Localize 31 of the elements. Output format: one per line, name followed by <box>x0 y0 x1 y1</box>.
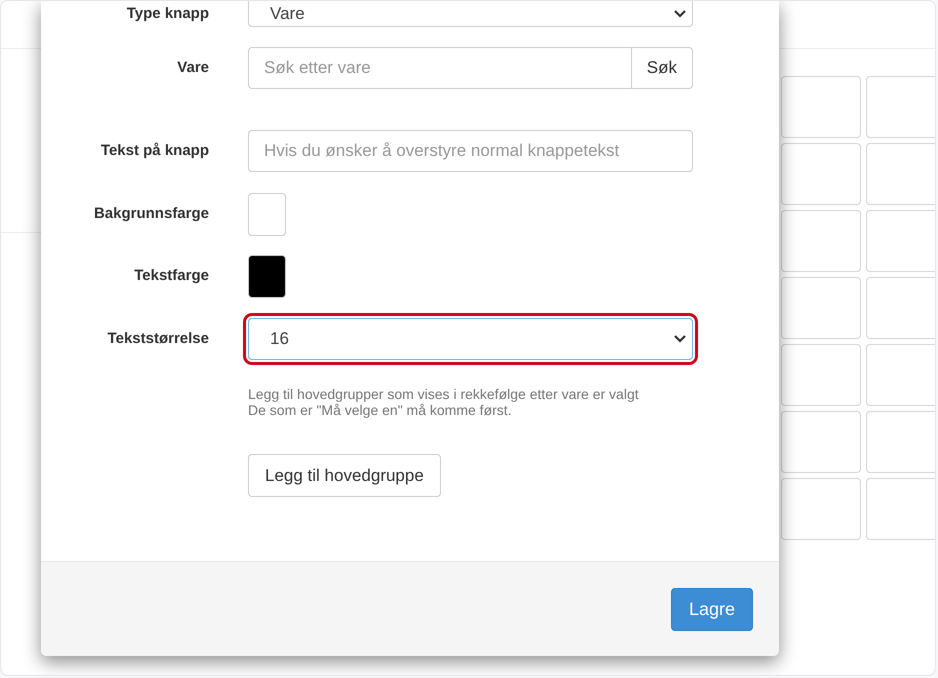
help-text: Legg til hovedgrupper som vises i rekkefølge etter vare er valgt De som er "Må velge en" må komme først. <box>248 386 639 418</box>
grid-tile[interactable] <box>866 143 935 205</box>
field-label: Tekststørrelse <box>108 329 209 349</box>
field-label: Tekst på knapp <box>100 141 209 161</box>
grid-tile[interactable] <box>781 143 861 205</box>
color-swatch[interactable] <box>248 255 286 298</box>
add-group-button[interactable]: Legg til hovedgruppe <box>248 454 441 497</box>
search-button[interactable]: Søk <box>632 47 693 89</box>
grid-tile[interactable] <box>781 411 861 473</box>
chevron-down-icon <box>674 10 686 18</box>
grid-tile[interactable] <box>781 277 861 339</box>
grid-tile[interactable] <box>866 478 935 540</box>
search-field[interactable]: Søk etter vare <box>248 47 632 89</box>
save-button[interactable]: Lagre <box>670 588 753 631</box>
field-label: Vare <box>177 58 209 78</box>
grid-tile[interactable] <box>781 210 861 272</box>
grid-tile[interactable] <box>781 344 861 406</box>
color-swatch[interactable] <box>248 193 286 236</box>
grid-tile[interactable] <box>866 277 935 339</box>
chevron-down-icon <box>674 335 686 343</box>
grid-tile[interactable] <box>866 76 935 138</box>
grid-tile[interactable] <box>866 411 935 473</box>
text-field[interactable]: Hvis du ønsker å overstyre normal knappetekst <box>248 130 693 172</box>
select-field[interactable]: Vare <box>248 1 693 27</box>
grid-tile[interactable] <box>866 210 935 272</box>
field-label: Type knapp <box>126 4 209 24</box>
grid-tile[interactable] <box>866 344 935 406</box>
field-label: Bakgrunnsfarge <box>94 204 209 224</box>
grid-tile[interactable] <box>781 478 861 540</box>
field-label: Tekstfarge <box>134 266 209 286</box>
grid-tile[interactable] <box>781 76 861 138</box>
